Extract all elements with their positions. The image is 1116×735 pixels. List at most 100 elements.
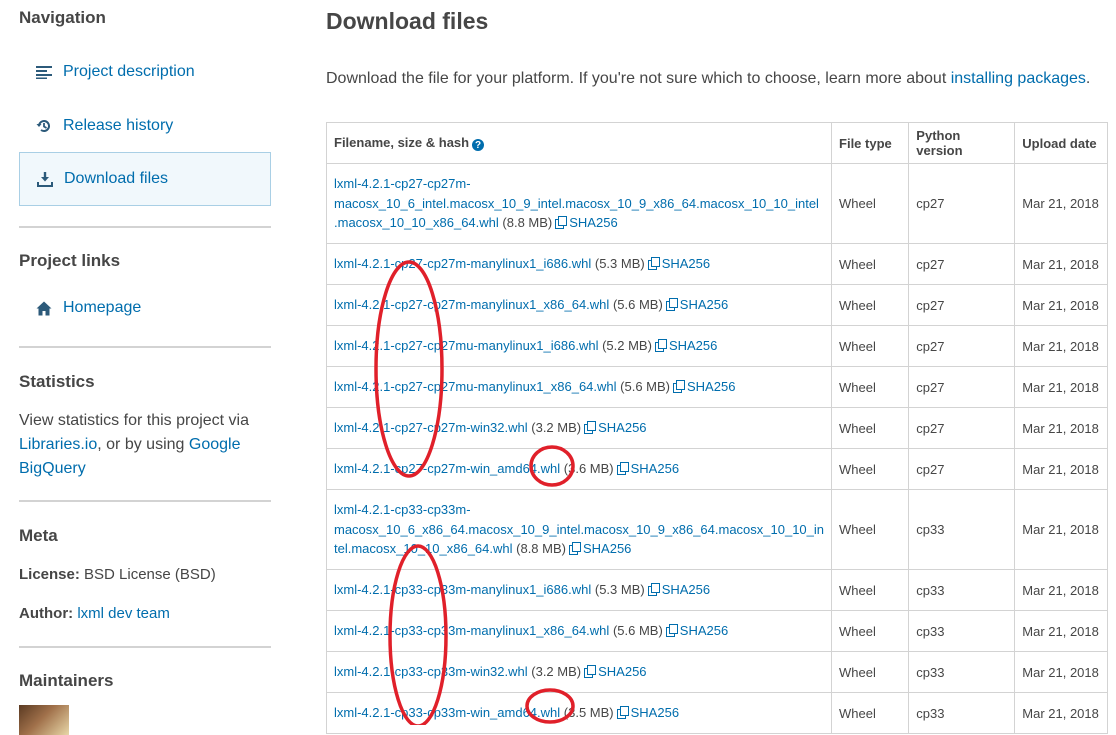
copy-icon: [647, 257, 660, 271]
installing-packages-link[interactable]: installing packages: [951, 70, 1086, 87]
filename-link[interactable]: lxml-4.2.1-cp33-cp33m-manylinux1_i686.wh…: [334, 582, 591, 597]
header-file-type: File type: [831, 122, 910, 164]
file-size: (5.6 MB): [612, 297, 663, 313]
file-size: (5.3 MB): [594, 256, 645, 272]
statistics-text-part: , or by using: [97, 436, 189, 453]
filename-link[interactable]: lxml-4.2.1-cp27-cp27mu-manylinux1_i686.w…: [334, 338, 598, 353]
filename-link[interactable]: lxml-4.2.1-cp27-cp27m-manylinux1_x86_64.…: [334, 297, 609, 312]
filename-cell: lxml-4.2.1-cp33-cp33m-manylinux1_x86_64.…: [325, 610, 833, 652]
python-version-cell: cp27: [908, 407, 1016, 449]
filename-cell: lxml-4.2.1-cp27-cp27m-manylinux1_x86_64.…: [325, 284, 833, 326]
sha256-label: SHA256: [679, 623, 729, 639]
homepage-link[interactable]: Homepage: [19, 281, 271, 335]
copy-icon: [616, 462, 629, 476]
filename-cell: lxml-4.2.1-cp33-cp33m-manylinux1_i686.wh…: [325, 569, 833, 611]
filename-link-line: macosx_10_6_intel.macosx_10_9_intel.maco…: [334, 195, 819, 211]
author-link[interactable]: lxml dev team: [77, 605, 170, 622]
files-table-body: lxml-4.2.1-cp27-cp27m-macosx_10_6_intel.…: [325, 163, 1108, 734]
copy-icon: [647, 583, 660, 597]
filename-link-line: lxml-4.2.1-cp27-cp27m-manylinux1_i686.wh…: [334, 256, 592, 272]
file-type-cell: Wheel: [831, 163, 910, 244]
maintainer-avatar[interactable]: [19, 705, 69, 735]
filename-link-line: lxml-4.2.1-cp33-cp33m-manylinux1_i686.wh…: [334, 582, 592, 598]
filename-cell: lxml-4.2.1-cp27-cp27mu-manylinux1_x86_64…: [325, 366, 833, 408]
table-row: lxml-4.2.1-cp27-cp27m-macosx_10_6_intel.…: [325, 163, 1108, 244]
filename-cell: lxml-4.2.1-cp27-cp27mu-manylinux1_i686.w…: [325, 325, 833, 367]
sidebar-divider: [19, 226, 271, 228]
table-row: lxml-4.2.1-cp27-cp27m-manylinux1_x86_64.…: [325, 284, 1108, 326]
intro-text-end: .: [1085, 70, 1091, 87]
file-size: (5.6 MB): [620, 379, 670, 395]
filename-link-line: lxml-4.2.1-cp33-cp33m-: [334, 502, 471, 518]
sha256-label: SHA256: [687, 379, 736, 395]
filename-link-line: lxml-4.2.1-cp33-cp33m-win_amd64.whl: [334, 705, 561, 721]
sha256-link[interactable]: SHA256: [616, 461, 680, 477]
table-row: lxml-4.2.1-cp33-cp33m-manylinux1_x86_64.…: [325, 610, 1108, 652]
file-type-cell: Wheel: [831, 407, 910, 449]
copy-icon: [616, 706, 629, 720]
license-line: License: BSD License (BSD): [19, 566, 216, 583]
sha256-link[interactable]: SHA256: [647, 582, 710, 597]
filename-link-line: lxml-4.2.1-cp27-cp27mu-manylinux1_x86_64…: [334, 379, 617, 395]
sha256-label: SHA256: [661, 256, 711, 272]
align-left-icon: [35, 63, 53, 81]
filename-link-line: tel.macosx_10_10_x86_64.whl: [334, 541, 513, 557]
intro-text: Download the file for your platform. If …: [326, 70, 1090, 88]
sidebar: Navigation Project description Release h…: [0, 0, 290, 735]
sha256-link[interactable]: SHA256: [665, 297, 729, 313]
sha256-label: SHA256: [668, 338, 718, 354]
filename-link[interactable]: lxml-4.2.1-cp33-cp33m-win32.whl: [334, 664, 528, 679]
upload-date-cell: Mar 21, 2018: [1014, 407, 1108, 449]
nav-download-files[interactable]: Download files: [19, 152, 271, 206]
filename-link[interactable]: lxml-4.2.1-cp27-cp27m-manylinux1_i686.wh…: [334, 256, 591, 271]
sha256-link[interactable]: SHA256: [665, 623, 729, 639]
file-type-cell: Wheel: [831, 569, 910, 611]
table-row: lxml-4.2.1-cp33-cp33m-manylinux1_i686.wh…: [325, 569, 1108, 611]
sha256-link[interactable]: SHA256: [647, 256, 711, 272]
author-label: Author:: [19, 605, 74, 622]
sha256-label: SHA256: [630, 461, 680, 477]
sha256-label: SHA256: [679, 297, 729, 313]
sha256-link[interactable]: SHA256: [555, 215, 618, 230]
upload-date-cell: Mar 21, 2018: [1014, 325, 1108, 367]
help-icon[interactable]: ?: [472, 139, 485, 152]
upload-date-cell: Mar 21, 2018: [1014, 163, 1108, 244]
filename-link[interactable]: lxml-4.2.1-cp33-cp33m-win_amd64.whl: [334, 705, 560, 720]
file-type-cell: Wheel: [831, 448, 910, 490]
sha256-link[interactable]: SHA256: [654, 338, 718, 354]
python-version-cell: cp27: [908, 284, 1016, 326]
statistics-text: View statistics for this project via Lib…: [19, 409, 271, 481]
file-size: (5.6 MB): [612, 623, 663, 639]
upload-date-cell: Mar 21, 2018: [1014, 284, 1108, 326]
homepage-label: Homepage: [63, 299, 142, 316]
python-version-cell: cp27: [908, 325, 1016, 367]
file-type-cell: Wheel: [831, 243, 910, 285]
upload-date-cell: Mar 21, 2018: [1014, 489, 1108, 570]
table-row: lxml-4.2.1-cp27-cp27mu-manylinux1_x86_64…: [325, 366, 1108, 408]
file-size: (5.3 MB): [594, 582, 645, 598]
file-type-cell: Wheel: [831, 284, 910, 326]
filename-link[interactable]: lxml-4.2.1-cp33-cp33m-manylinux1_x86_64.…: [334, 623, 609, 638]
copy-icon: [584, 421, 597, 435]
nav-release-history-label: Release history: [63, 117, 174, 134]
header-filename-label: Filename, size & hash: [334, 134, 470, 150]
python-version-cell: cp33: [908, 610, 1016, 652]
libraries-io-link[interactable]: Libraries.io: [19, 436, 97, 453]
sha256-link[interactable]: SHA256: [584, 664, 647, 679]
sha256-label: SHA256: [582, 541, 632, 557]
sha256-link[interactable]: SHA256: [584, 420, 647, 435]
file-type-cell: Wheel: [831, 489, 910, 570]
python-version-cell: cp33: [908, 692, 1016, 734]
filename-link[interactable]: lxml-4.2.1-cp27-cp27m-win_amd64.whl: [334, 461, 560, 476]
sha256-link[interactable]: SHA256: [616, 705, 679, 720]
filename-cell: lxml-4.2.1-cp33-cp33m-macosx_10_6_x86_64…: [325, 489, 833, 570]
python-version-cell: cp27: [908, 448, 1016, 490]
nav-release-history[interactable]: Release history: [19, 99, 271, 153]
sha256-link[interactable]: SHA256: [568, 541, 632, 557]
upload-date-cell: Mar 21, 2018: [1014, 448, 1108, 490]
filename-link[interactable]: lxml-4.2.1-cp27-cp27m-win32.whl: [334, 420, 528, 435]
nav-project-description[interactable]: Project description: [19, 45, 271, 99]
file-size: (3.2 MB): [531, 420, 582, 436]
filename-link[interactable]: lxml-4.2.1-cp27-cp27mu-manylinux1_x86_64…: [334, 379, 617, 394]
sha256-link[interactable]: SHA256: [673, 379, 735, 394]
